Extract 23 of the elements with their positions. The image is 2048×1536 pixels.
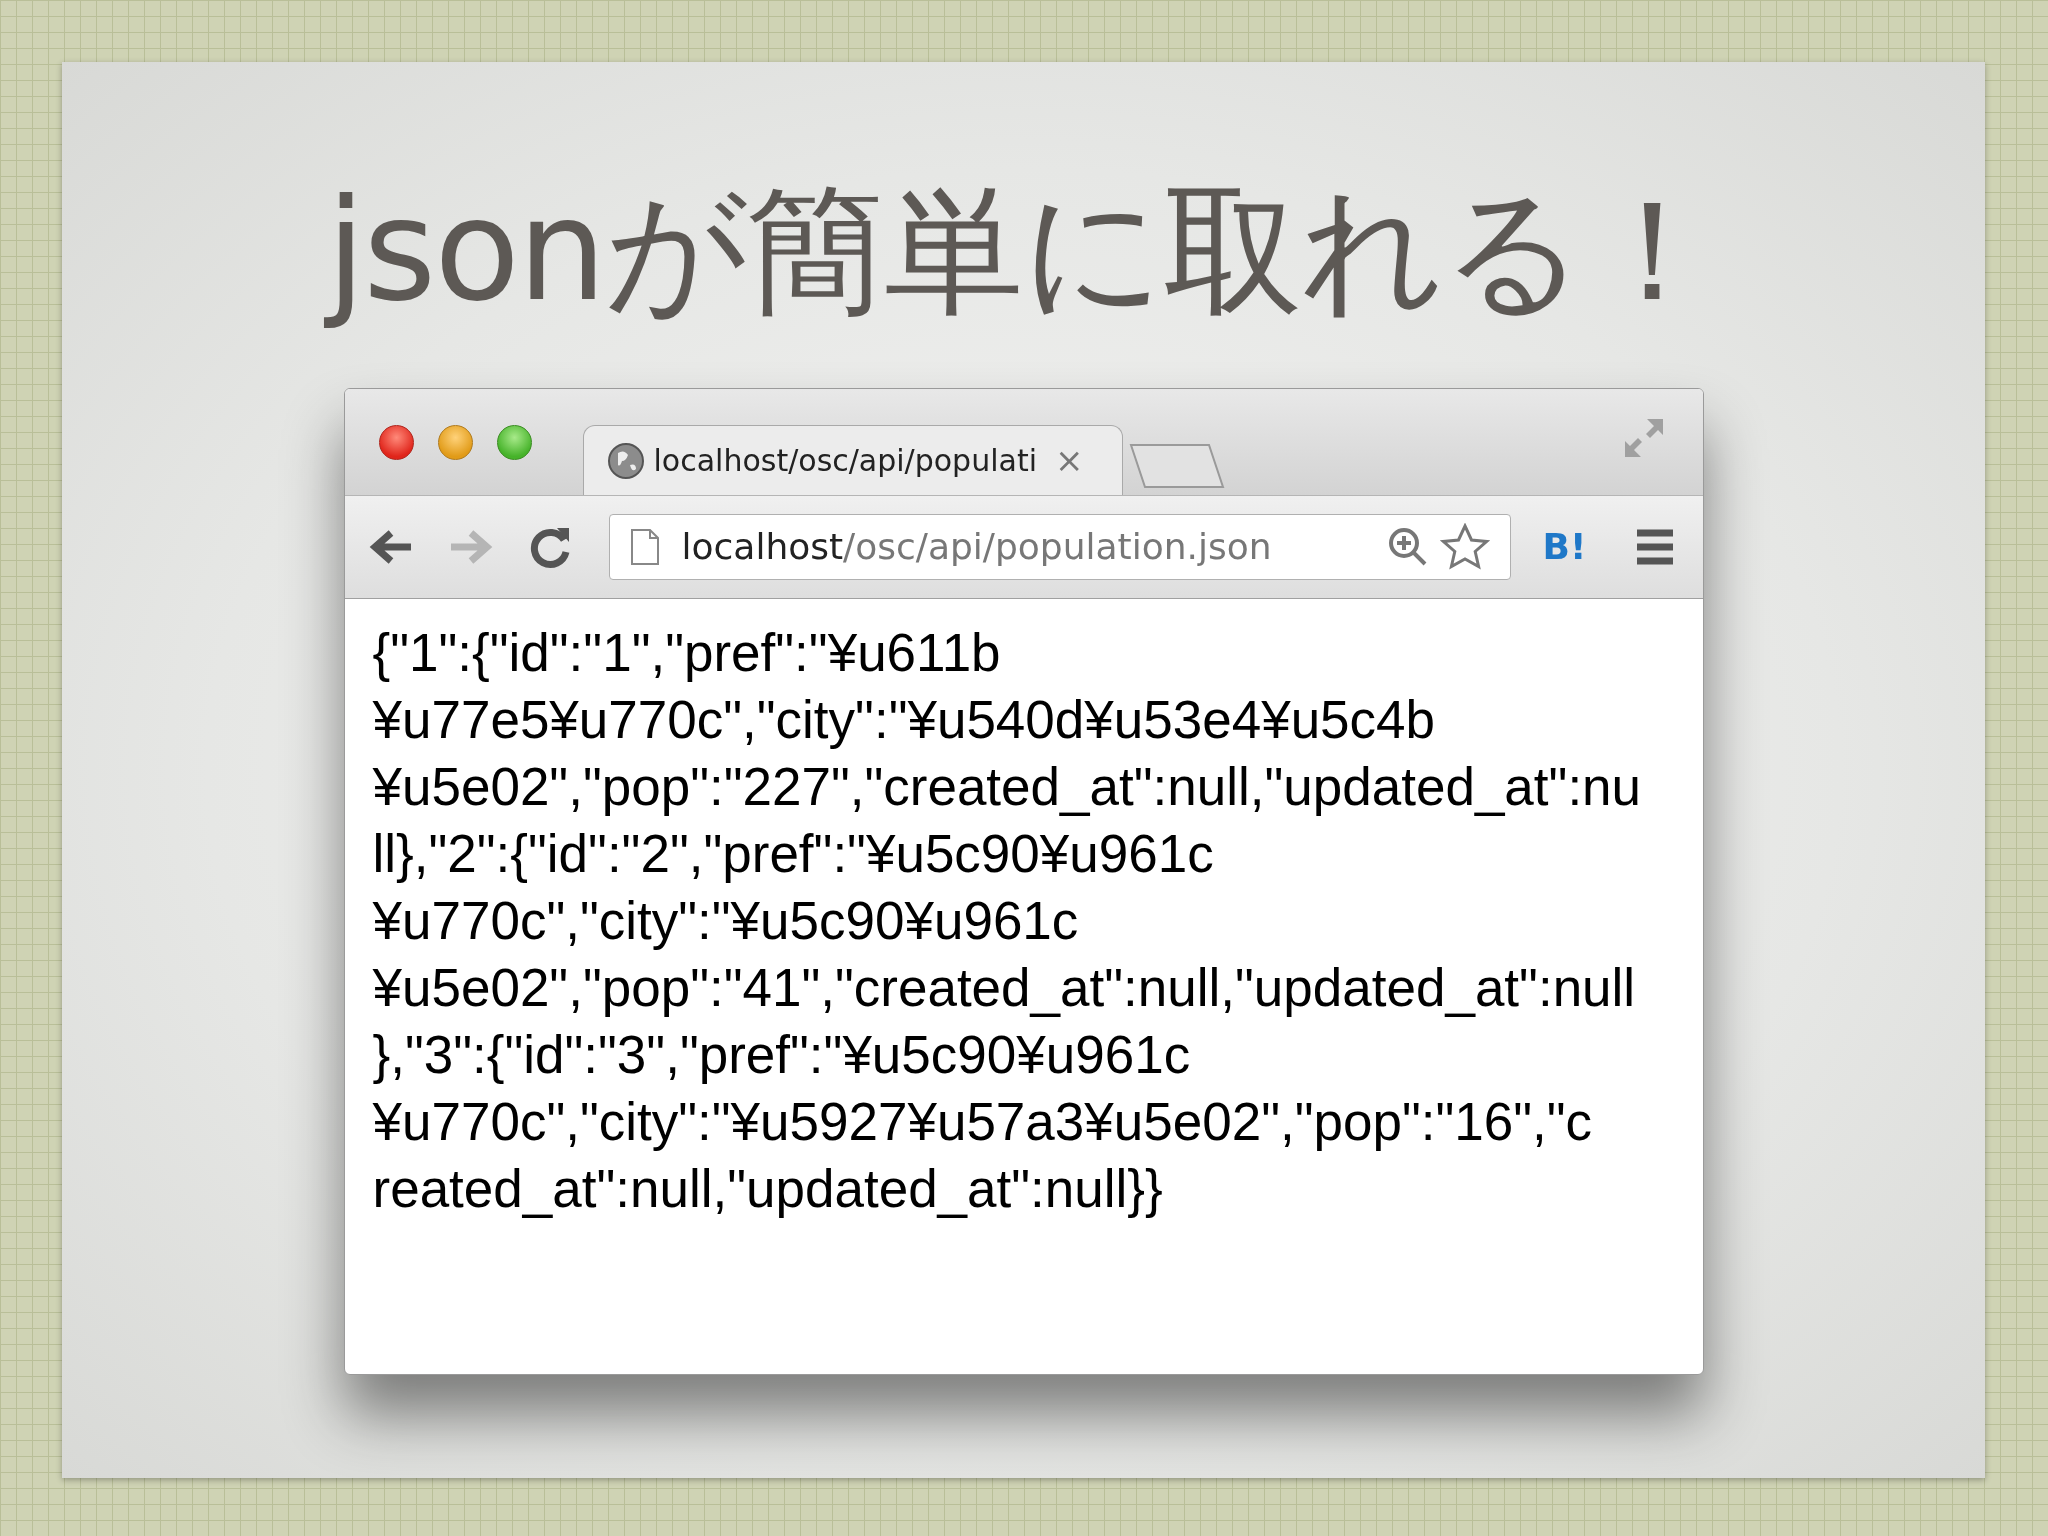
json-text-line: ¥u770c","city":"¥u5c90¥u961c (372, 890, 1080, 952)
address-bar[interactable]: localhost/osc/api/population.json (608, 514, 1511, 580)
json-text-line: ll},"2":{"id":"2","pref":"¥u5c90¥u961c (372, 823, 1215, 885)
json-text-line: },"3":{"id":"3","pref":"¥u5c90¥u961c (372, 1024, 1192, 1086)
json-text-line: ¥u5e02","pop":"227","created_at":null,"updated_at":nu (372, 756, 1643, 818)
json-text-line: ¥u77e5¥u770c","city":"¥u540d¥u53e4¥u5c4b (372, 689, 1437, 751)
menu-icon[interactable] (1634, 528, 1675, 566)
json-text-line: {"1":{"id":"1","pref":"¥u611b (372, 622, 1002, 684)
page-icon (629, 528, 660, 566)
close-tab-button[interactable]: × (1055, 435, 1084, 486)
tab-title: localhost/osc/api/populati (653, 442, 1037, 480)
zoom-window-button[interactable] (496, 425, 532, 460)
json-text-line: ¥u770c","city":"¥u5927¥u57a3¥u5e02","pop":"16","c (372, 1091, 1594, 1153)
json-text-line: ¥u5e02","pop":"41","created_at":null,"updated_at":null (372, 957, 1637, 1019)
globe-icon (605, 440, 646, 481)
json-text-line: reated_at":null,"updated_at":null}} (372, 1158, 1164, 1220)
bookmark-extension-button[interactable]: B! (1542, 520, 1587, 574)
url-text: localhost/osc/api/population.json (681, 525, 1272, 569)
slide-title: jsonが簡単に取れる！ (326, 174, 1721, 328)
browser-tab[interactable]: localhost/osc/api/populati × (582, 425, 1123, 495)
star-icon[interactable] (1439, 523, 1490, 571)
close-window-button[interactable] (378, 425, 414, 460)
minimize-window-button[interactable] (437, 425, 473, 460)
